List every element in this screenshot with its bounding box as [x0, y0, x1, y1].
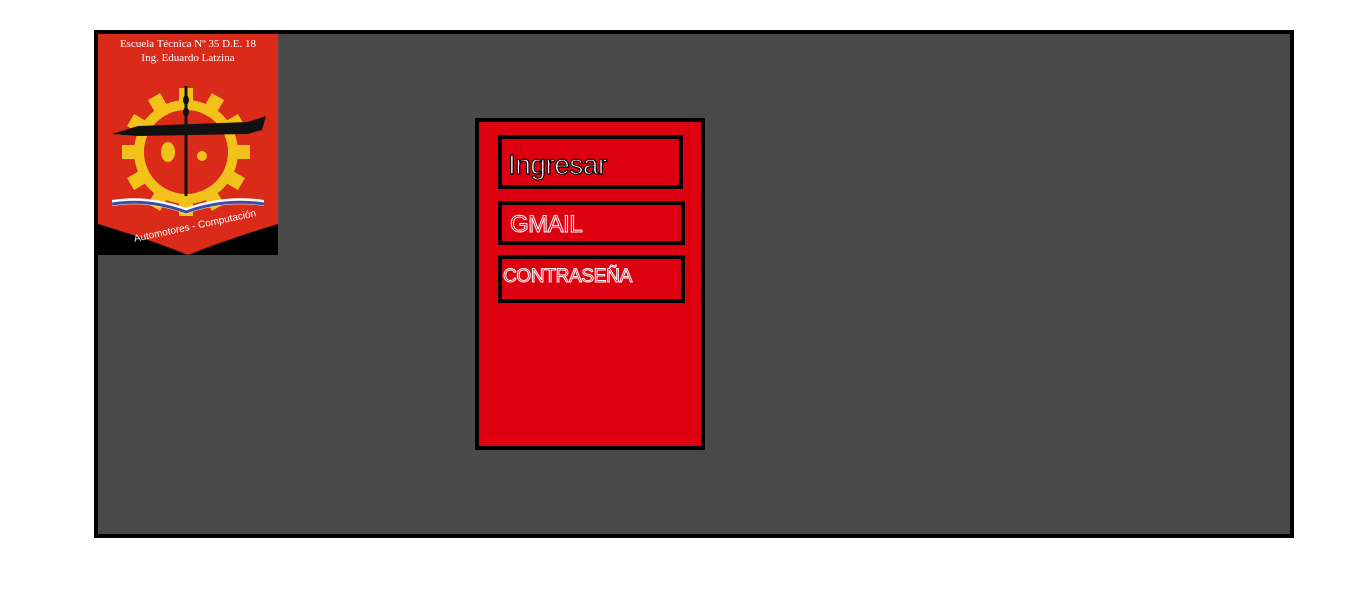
login-panel: Ingresar GMAIL CONTRASEÑA — [475, 118, 705, 450]
email-field[interactable]: GMAIL — [498, 201, 685, 245]
school-logo: Escuela Técnica Nº 35 D.E. 18 Ing. Eduar… — [98, 34, 278, 255]
password-field[interactable]: CONTRASEÑA — [498, 255, 685, 303]
login-button[interactable]: Ingresar — [498, 135, 683, 189]
logo-school-name: Escuela Técnica Nº 35 D.E. 18 — [119, 38, 257, 50]
logo-school-patron: Ing. Eduardo Latzina — [141, 52, 235, 64]
